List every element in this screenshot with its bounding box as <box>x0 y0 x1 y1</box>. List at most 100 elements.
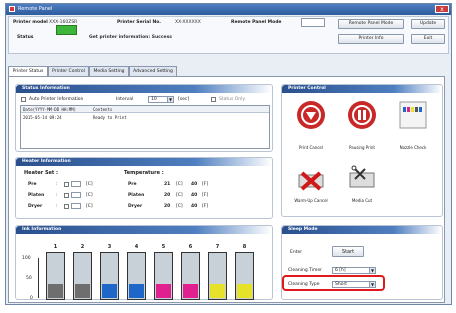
print-cancel-button[interactable] <box>296 100 326 130</box>
sleep-mode-title: Sleep Mode <box>282 226 442 234</box>
status-only-label: Status Only <box>219 97 246 102</box>
heater-set-input[interactable] <box>71 192 81 198</box>
ink-cartridge <box>100 252 119 300</box>
unit-c: [C] <box>176 204 183 209</box>
temperature-label: Temperature : <box>124 170 164 176</box>
status-label: Status <box>17 35 34 40</box>
heater-info-title: Heater Information <box>16 158 272 166</box>
unit-c: [C] <box>86 193 93 198</box>
temp-value: 20 <box>164 204 171 209</box>
interval-value: 10 <box>151 97 157 102</box>
temp-target: 40 <box>191 204 198 209</box>
chevron-down-icon: ▼ <box>167 97 173 102</box>
title-bar: Remote Panel x <box>6 4 451 15</box>
media-cut-label: Media Cut <box>351 198 373 203</box>
media-cut-button[interactable] <box>347 161 377 191</box>
ink-info-title: Ink Information <box>16 226 272 234</box>
heater-checkbox[interactable] <box>64 193 69 198</box>
update-button[interactable]: Update <box>411 19 445 29</box>
unit-f: [F] <box>202 182 209 187</box>
exit-button[interactable]: Exit <box>411 34 445 44</box>
ink-cartridge <box>181 252 200 300</box>
printer-control-panel: Printer Control Print Cancel Pausing Pri… <box>281 84 443 217</box>
stop-icon <box>297 101 325 129</box>
colon: : <box>56 204 58 209</box>
ink-cartridge <box>154 252 173 300</box>
ink-cartridge <box>46 252 65 300</box>
tab-media-setting[interactable]: Media Setting <box>89 66 129 76</box>
printer-control-title: Printer Control <box>282 85 442 93</box>
heater-cancel-icon <box>298 171 324 191</box>
unit-c: [C] <box>86 204 93 209</box>
colon: : <box>56 193 58 198</box>
temp-name: Dryer <box>128 204 143 209</box>
status-log-table: Date(YYYY-MM-DD HH:MM) Contents 2015-05-… <box>20 105 270 149</box>
status-only-checkbox[interactable] <box>211 97 216 102</box>
unit-c: [C] <box>176 182 183 187</box>
heater-checkbox[interactable] <box>64 182 69 187</box>
ink-level-fill <box>102 284 117 298</box>
ink-cartridge <box>208 252 227 300</box>
ink-slot-number: 3 <box>107 244 112 250</box>
status-text: Get printer information: Success <box>89 35 172 40</box>
ink-level-fill <box>75 284 90 298</box>
pausing-print-button[interactable] <box>347 100 377 130</box>
ink-cartridge <box>235 252 254 300</box>
heater-info-panel: Heater Information Heater Set : Temperat… <box>15 157 273 219</box>
remote-panel-mode-button[interactable]: Remote Panel Mode <box>338 19 404 29</box>
ink-slot-number: 4 <box>134 244 139 250</box>
cleaning-type-highlight <box>282 275 385 291</box>
nozzle-check-label: Nozzle Check <box>399 145 427 150</box>
print-cancel-label: Print Cancel <box>298 145 324 150</box>
ink-cartridge <box>127 252 146 300</box>
remote-mode-box <box>301 18 325 27</box>
heater-set-input[interactable] <box>71 203 81 209</box>
close-button[interactable]: x <box>435 5 449 13</box>
heater-name: Dryer <box>28 204 43 209</box>
nozzle-check-button[interactable] <box>398 100 428 130</box>
serial-value: XX-XXXXXX <box>175 20 201 25</box>
interval-unit: [sec] <box>178 97 190 102</box>
chevron-down-icon: ▼ <box>369 268 375 273</box>
sleep-start-button[interactable]: Start <box>332 246 364 257</box>
status-info-panel: Status Information Auto Printer Informat… <box>15 84 273 152</box>
ink-level-fill <box>48 284 63 298</box>
cleaning-timer-value: 6 [h] <box>335 268 346 273</box>
warmup-cancel-button[interactable] <box>296 161 326 191</box>
tab-printer-control[interactable]: Printer Control <box>48 66 89 76</box>
interval-select[interactable]: 10 ▼ <box>148 96 174 103</box>
app-icon <box>9 6 15 12</box>
pause-icon <box>348 101 376 129</box>
row-date: 2015-05-14 09:24 <box>23 115 62 120</box>
heater-checkbox[interactable] <box>64 204 69 209</box>
printer-header: Printer model XXX-160ZSR Printer Serial … <box>8 16 449 54</box>
window-title: Remote Panel <box>18 6 53 12</box>
enter-label: Enter <box>290 250 303 255</box>
printer-info-button[interactable]: Printer Info <box>338 34 404 44</box>
ink-slot-number: 6 <box>188 244 193 250</box>
ink-level-fill <box>156 284 171 298</box>
temp-target: 40 <box>191 193 198 198</box>
interval-label: Interval <box>116 97 134 102</box>
ink-level-fill <box>129 284 144 298</box>
serial-label: Printer Serial No. <box>117 20 162 25</box>
ink-axis-0: 0 <box>30 296 33 301</box>
ink-level-fill <box>210 284 225 298</box>
temp-name: Platen <box>128 193 145 198</box>
tab-advanced-setting[interactable]: Advanced Setting <box>129 66 177 76</box>
status-indicator <box>56 25 77 35</box>
cleaning-timer-label: Cleaning Timer <box>288 268 323 273</box>
unit-c: [C] <box>176 193 183 198</box>
unit-f: [F] <box>202 193 209 198</box>
cutter-icon <box>349 165 375 188</box>
auto-info-checkbox[interactable] <box>21 97 26 102</box>
ink-axis-100: 100 <box>22 256 31 261</box>
col-date-header: Date(YYYY-MM-DD HH:MM) <box>23 107 76 112</box>
row-contents: Ready to Print <box>93 115 127 120</box>
ink-cartridge <box>73 252 92 300</box>
cleaning-timer-select[interactable]: 6 [h] ▼ <box>332 267 376 274</box>
heater-set-input[interactable] <box>71 181 81 187</box>
ink-level-fill <box>183 284 198 298</box>
ink-axis-line <box>38 258 41 298</box>
auto-info-label: Auto Printer Information <box>29 97 84 102</box>
